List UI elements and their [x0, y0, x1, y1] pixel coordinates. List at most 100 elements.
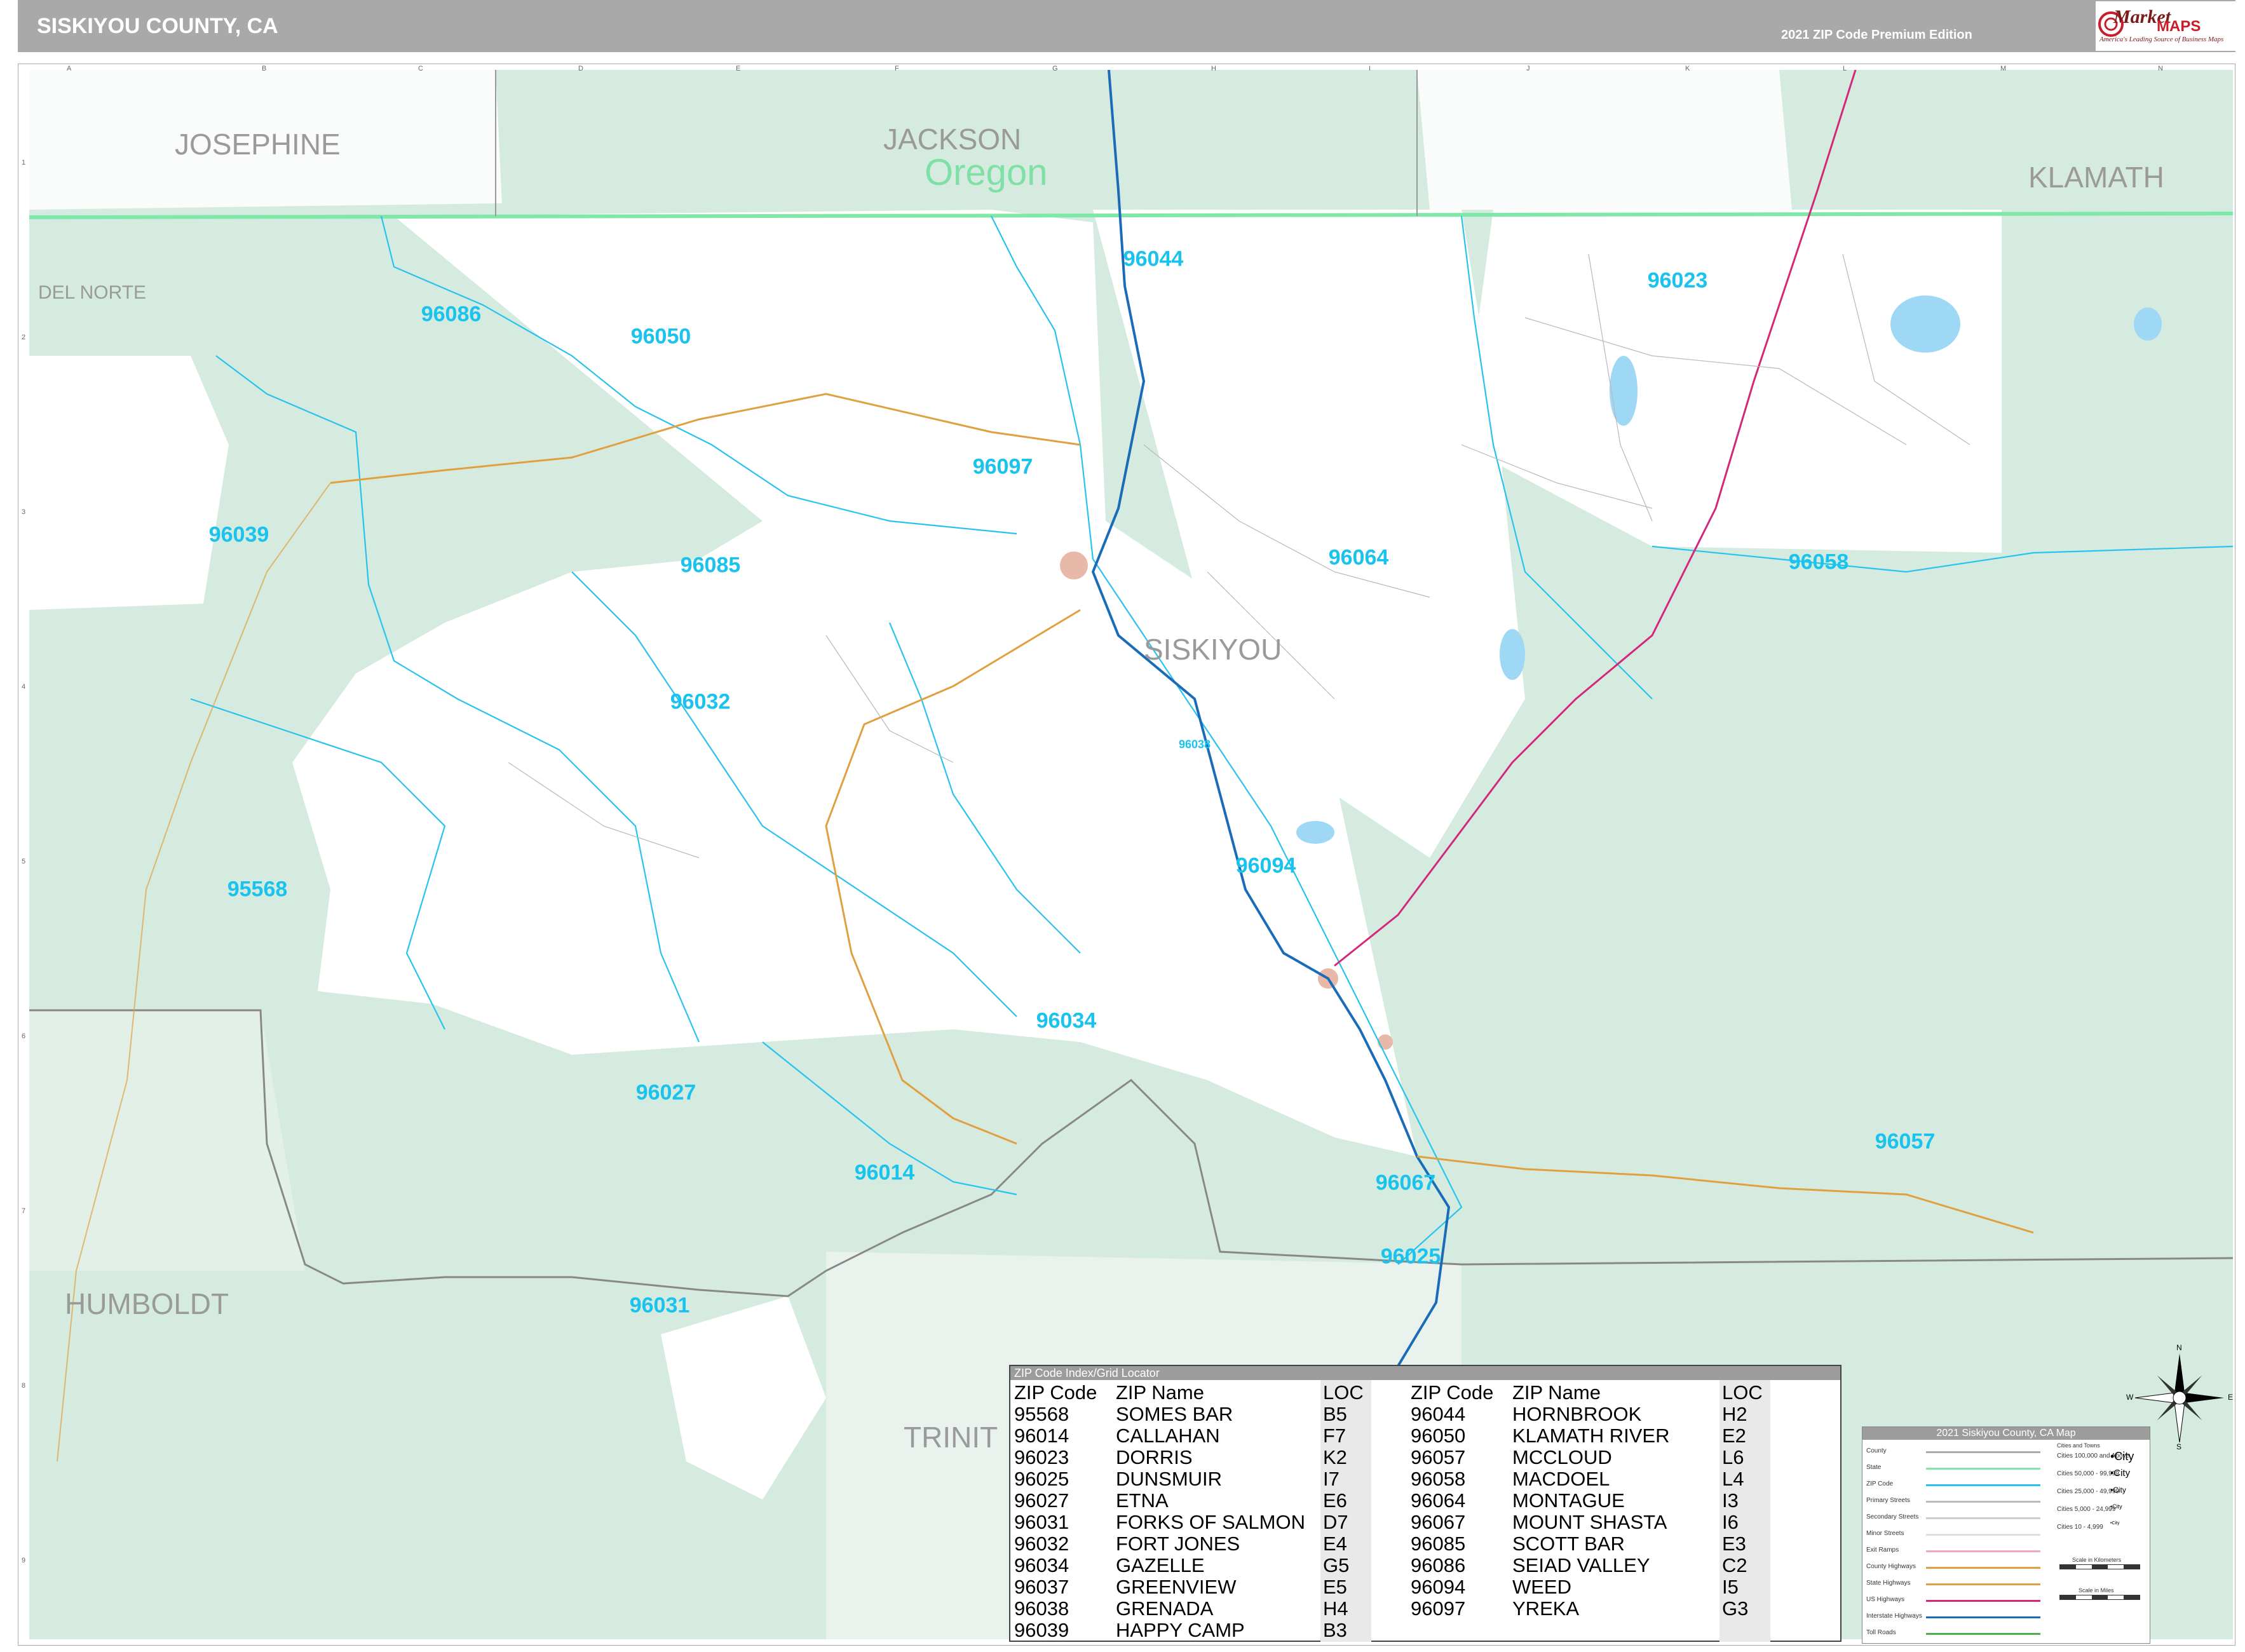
legend-item-label: Secondary Streets: [1866, 1513, 1919, 1520]
map-legend: 2021 Siskiyou County, CA Map County State…: [1862, 1426, 2150, 1644]
zip-index-cell: E6: [1323, 1489, 1347, 1512]
zip-index-cell: HAPPY CAMP: [1116, 1619, 1245, 1641]
zip-index-cell: 96014: [1014, 1425, 1069, 1447]
lower-klamath-lake: [1610, 356, 1638, 426]
zip-index-cell: 96057: [1411, 1446, 1466, 1468]
legend-item-label: US Highways: [1866, 1596, 1905, 1603]
zip-index-cell: FORT JONES: [1116, 1533, 1240, 1555]
zip-label-96050: 96050: [630, 324, 691, 349]
zip-index-cell: CALLAHAN: [1116, 1425, 1220, 1447]
zip-index-cell: I5: [1722, 1576, 1739, 1598]
grid-col-j: J: [1526, 65, 1530, 72]
grid-row-5: 5: [22, 858, 26, 865]
grid-row-6: 6: [22, 1032, 26, 1040]
zip-index-cell: F7: [1323, 1425, 1346, 1447]
legend-item-label: ZIP Code: [1866, 1480, 1894, 1487]
legend-city-class: Cities 5,000 - 24,999: [2057, 1506, 2116, 1513]
zip-index-cell: MONTAGUE: [1512, 1489, 1625, 1512]
zip-index-cell: DUNSMUIR: [1116, 1468, 1223, 1490]
zip-index-cell: D7: [1323, 1511, 1348, 1533]
zip-label-96094: 96094: [1235, 853, 1296, 878]
zip-index-cell: 96038: [1014, 1597, 1069, 1620]
legend-scale-km: Scale in Kilometers: [2072, 1557, 2122, 1563]
yreka-urban: [1060, 552, 1088, 579]
zip-index-cell: 96039: [1014, 1619, 1069, 1641]
zip-index-cell: DORRIS: [1116, 1446, 1193, 1468]
zip-index-cell: 96097: [1411, 1597, 1466, 1620]
zip-index-cell: 95568: [1014, 1403, 1069, 1425]
zip-index-cell: H4: [1323, 1597, 1348, 1620]
grid-col-e: E: [736, 65, 741, 72]
zip-label-96097: 96097: [972, 454, 1033, 479]
legend-item-label: Minor Streets: [1866, 1530, 1904, 1537]
legend-swatch: [1926, 1583, 2040, 1585]
zip-label-96085: 96085: [680, 553, 741, 578]
compass-rose-icon: N S W E: [2126, 1343, 2234, 1451]
legend-city-sample: •City: [2110, 1486, 2126, 1494]
zip-index-cell: B5: [1323, 1403, 1347, 1425]
zip-index-cell: E4: [1323, 1533, 1347, 1555]
legend-swatch: [1926, 1451, 2040, 1453]
zip-index-cell: 96050: [1411, 1425, 1466, 1447]
grid-col-h: H: [1211, 65, 1216, 72]
clear-lake: [2134, 308, 2162, 341]
zip-label-96023: 96023: [1647, 268, 1708, 293]
zip-label-96064: 96064: [1328, 545, 1389, 570]
zip-index-cell: K2: [1323, 1446, 1347, 1468]
grid-col-f: F: [895, 65, 899, 72]
zip-index-cell: MACDOEL: [1512, 1468, 1610, 1490]
zip-index-header: ZIP Code: [1014, 1381, 1097, 1404]
zip-index-cell: MOUNT SHASTA: [1512, 1511, 1667, 1533]
zip-index-cell: GREENVIEW: [1116, 1576, 1237, 1598]
grid-col-m: M: [2000, 65, 2007, 72]
zip-index-cell: WEED: [1512, 1576, 1571, 1598]
grid-col-a: A: [67, 65, 72, 72]
tule-lake: [1890, 295, 1960, 353]
compass-w: W: [2126, 1393, 2134, 1402]
zip-index-cell: KLAMATH RIVER: [1512, 1425, 1670, 1447]
zip-index-cell: G5: [1323, 1554, 1350, 1576]
grid-col-k: K: [1685, 65, 1690, 72]
zip-index-cell: 96027: [1014, 1489, 1069, 1512]
grid-col-i: I: [1369, 65, 1371, 72]
grid-col-l: L: [1843, 65, 1847, 72]
zip-label-96034: 96034: [1036, 1008, 1097, 1033]
legend-swatch: [1926, 1550, 2040, 1552]
lake-shastina: [1296, 821, 1334, 844]
legend-item-label: County: [1866, 1447, 1887, 1454]
legend-item-label: County Highways: [1866, 1563, 1916, 1570]
zip-index-cell: 96031: [1014, 1511, 1069, 1533]
zip-index-cell: L4: [1722, 1468, 1744, 1490]
zip-index-cell: YREKA: [1512, 1597, 1580, 1620]
zip-index-cell: FORKS OF SALMON: [1116, 1511, 1305, 1533]
zip-label-96067: 96067: [1375, 1170, 1436, 1195]
zip-index-cell: E3: [1722, 1533, 1746, 1555]
county-label-siskiyou: SISKIYOU: [1144, 633, 1282, 666]
zip-index-cell: 96064: [1411, 1489, 1466, 1512]
zip-index-cell: I7: [1323, 1468, 1340, 1490]
zip-index-header: ZIP Name: [1512, 1381, 1601, 1404]
legend-city-class: Cities 10 - 4,999: [2057, 1524, 2103, 1531]
grid-col-g: G: [1052, 65, 1058, 72]
zip-index-cell: GAZELLE: [1116, 1554, 1205, 1576]
grid-row-9: 9: [22, 1557, 26, 1564]
zip-index-cell: 96023: [1014, 1446, 1069, 1468]
zip-index-cell: 96044: [1411, 1403, 1466, 1425]
grid-row-1: 1: [22, 159, 26, 166]
grid-col-c: C: [418, 65, 423, 72]
happy-camp-area: [29, 356, 229, 610]
legend-scale-bar-km: [2059, 1564, 2140, 1569]
zip-index-cell: 96037: [1014, 1576, 1069, 1598]
zip-index-cell: 96086: [1411, 1554, 1466, 1576]
legend-item-label: State Highways: [1866, 1580, 1911, 1587]
legend-city-sample: •City: [2110, 1468, 2131, 1479]
legend-item-label: Interstate Highways: [1866, 1613, 1922, 1620]
compass-s: S: [2176, 1442, 2182, 1451]
compass-e: E: [2228, 1393, 2234, 1402]
zip-label-96031: 96031: [629, 1293, 690, 1318]
legend-swatch: [1926, 1501, 2040, 1503]
legend-city-sample: •City: [2110, 1450, 2134, 1463]
zip-index-cell: SEIAD VALLEY: [1512, 1554, 1650, 1576]
zip-index-cell: ETNA: [1116, 1489, 1169, 1512]
zip-index-cell: 96094: [1411, 1576, 1466, 1598]
